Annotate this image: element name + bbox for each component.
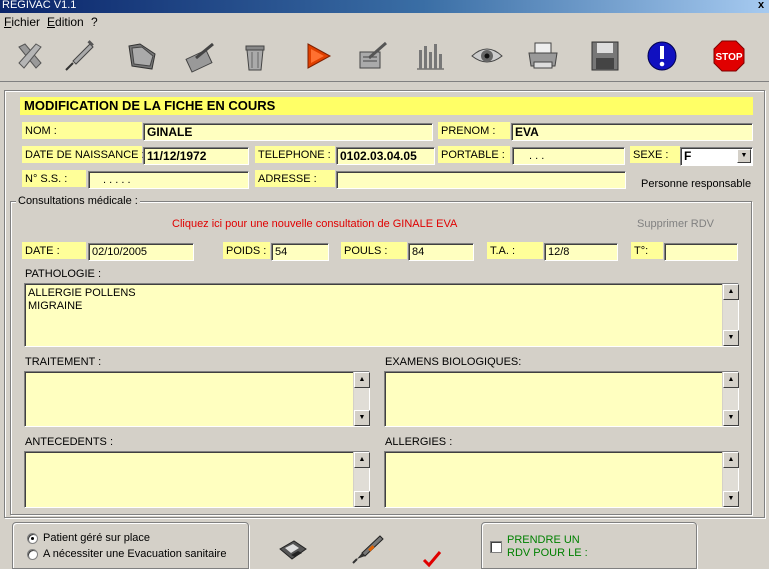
temperature-field[interactable] (664, 243, 738, 261)
sexe-value: F (684, 149, 692, 163)
allergies-label: ALLERGIES : (385, 436, 453, 448)
title-bar: REGIVAC V1.1 x (0, 0, 769, 13)
nom-field[interactable]: GINALE (143, 123, 433, 141)
rdv-checkbox[interactable] (490, 541, 502, 553)
syringe-icon[interactable] (60, 36, 100, 76)
ta-field[interactable]: 12/8 (544, 243, 618, 261)
dob-label: DATE DE NAISSANCE : (22, 146, 145, 163)
window-title: REGIVAC V1.1 (2, 0, 77, 11)
stop-icon[interactable]: STOP (709, 36, 749, 76)
menu-fichier[interactable]: Fichier (4, 15, 40, 29)
allergies-textarea[interactable]: ▲ ▼ (384, 451, 739, 508)
scroll-up-icon[interactable]: ▲ (723, 452, 739, 468)
pathologie-label: PATHOLOGIE : (25, 268, 101, 280)
evacuation-group (12, 522, 249, 569)
validate-check-icon[interactable] (421, 549, 443, 569)
folder-icon[interactable] (122, 36, 162, 76)
scroll-up-icon[interactable]: ▲ (354, 452, 370, 468)
menu-edition[interactable]: Edition (47, 15, 84, 29)
save-disk-icon[interactable] (585, 36, 625, 76)
telephone-label: TELEPHONE : (255, 146, 335, 163)
examens-scrollbar[interactable]: ▲ ▼ (722, 372, 739, 426)
prenom-field[interactable]: EVA (511, 123, 753, 141)
examens-textarea[interactable]: ▲ ▼ (384, 371, 739, 427)
date-label: DATE : (22, 242, 86, 259)
printer-icon[interactable] (523, 36, 563, 76)
sexe-label: SEXE : (630, 146, 680, 163)
delete-icon[interactable] (10, 36, 50, 76)
antecedents-textarea[interactable]: ▲ ▼ (24, 451, 370, 508)
radio-sur-place-label[interactable]: Patient géré sur place (43, 532, 150, 544)
scroll-down-icon[interactable]: ▼ (354, 410, 370, 426)
play-icon[interactable] (298, 36, 338, 76)
prenom-label: PRENOM : (438, 122, 510, 139)
date-field[interactable]: 02/10/2005 (88, 243, 194, 261)
stop-label: STOP (715, 52, 742, 63)
pathologie-text: ALLERGIE POLLENS MIGRAINE (28, 287, 136, 312)
adresse-field[interactable] (336, 171, 626, 189)
rdv-label[interactable]: PRENDRE UN RDV POUR LE : (507, 534, 588, 560)
antecedents-scrollbar[interactable]: ▲ ▼ (353, 452, 370, 507)
pouls-label: POULS : (341, 242, 407, 259)
scroll-down-icon[interactable]: ▼ (723, 410, 739, 426)
consultations-title: Consultations médicale : (16, 195, 140, 207)
scroll-up-icon[interactable]: ▲ (723, 284, 739, 300)
ss-label: N° S.S. : (22, 170, 86, 187)
trash-icon[interactable] (235, 36, 275, 76)
toolbar: STOP (0, 32, 769, 82)
eye-icon[interactable] (467, 36, 507, 76)
telephone-field[interactable]: 0102.03.04.05 (336, 147, 435, 165)
close-button[interactable]: x (755, 0, 767, 11)
pathologie-scrollbar[interactable]: ▲ ▼ (722, 284, 739, 346)
personne-responsable-button[interactable]: Personne responsable (641, 178, 751, 190)
dob-field[interactable]: 11/12/1972 (143, 147, 249, 165)
traitement-scrollbar[interactable]: ▲ ▼ (353, 372, 370, 426)
poids-field[interactable]: 54 (271, 243, 329, 261)
scroll-up-icon[interactable]: ▲ (723, 372, 739, 388)
syringe-icon[interactable] (352, 532, 386, 564)
rdv-label-line2: RDV POUR LE : (507, 547, 588, 559)
floppy-save-icon[interactable] (276, 535, 310, 563)
scroll-up-icon[interactable]: ▲ (354, 372, 370, 388)
rdv-label-line1: PRENDRE UN (507, 534, 580, 546)
examens-label: EXAMENS BIOLOGIQUES: (385, 356, 522, 368)
radio-sur-place[interactable] (27, 533, 38, 544)
nom-label: NOM : (22, 122, 142, 139)
ta-label: T.A. : (487, 242, 543, 259)
menu-bar: Fichier Edition ? (0, 13, 769, 32)
temperature-label: T°: (631, 242, 663, 259)
pouls-field[interactable]: 84 (408, 243, 474, 261)
portable-label: PORTABLE : (438, 146, 510, 163)
traitement-textarea[interactable]: ▲ ▼ (24, 371, 370, 427)
scroll-down-icon[interactable]: ▼ (723, 491, 739, 507)
antecedents-label: ANTECEDENTS : (25, 436, 114, 448)
form-header: MODIFICATION DE LA FICHE EN COURS (20, 97, 753, 115)
pathologie-textarea[interactable]: ALLERGIE POLLENS MIGRAINE ▲ ▼ (24, 283, 739, 347)
chart-icon[interactable] (410, 36, 450, 76)
scroll-down-icon[interactable]: ▼ (354, 491, 370, 507)
scroll-down-icon[interactable]: ▼ (723, 330, 739, 346)
supprimer-rdv-button[interactable]: Supprimer RDV (637, 218, 714, 230)
allergies-scrollbar[interactable]: ▲ ▼ (722, 452, 739, 507)
poids-label: POIDS : (223, 242, 270, 259)
pen-icon[interactable] (180, 36, 220, 76)
traitement-label: TRAITEMENT : (25, 356, 102, 368)
edit-list-icon[interactable] (353, 36, 393, 76)
new-consultation-link[interactable]: Cliquez ici pour une nouvelle consultati… (172, 218, 457, 230)
radio-evacuation[interactable] (27, 549, 38, 560)
adresse-label: ADRESSE : (255, 170, 335, 187)
radio-evacuation-label[interactable]: A nécessiter une Evacuation sanitaire (43, 548, 226, 560)
ss-field[interactable]: . . . . . (88, 171, 249, 189)
info-icon[interactable] (642, 36, 682, 76)
portable-field[interactable]: . . . (512, 147, 625, 165)
chevron-down-icon[interactable]: ▼ (737, 149, 751, 163)
menu-help[interactable]: ? (91, 15, 98, 29)
sexe-select[interactable]: F ▼ (680, 147, 753, 166)
